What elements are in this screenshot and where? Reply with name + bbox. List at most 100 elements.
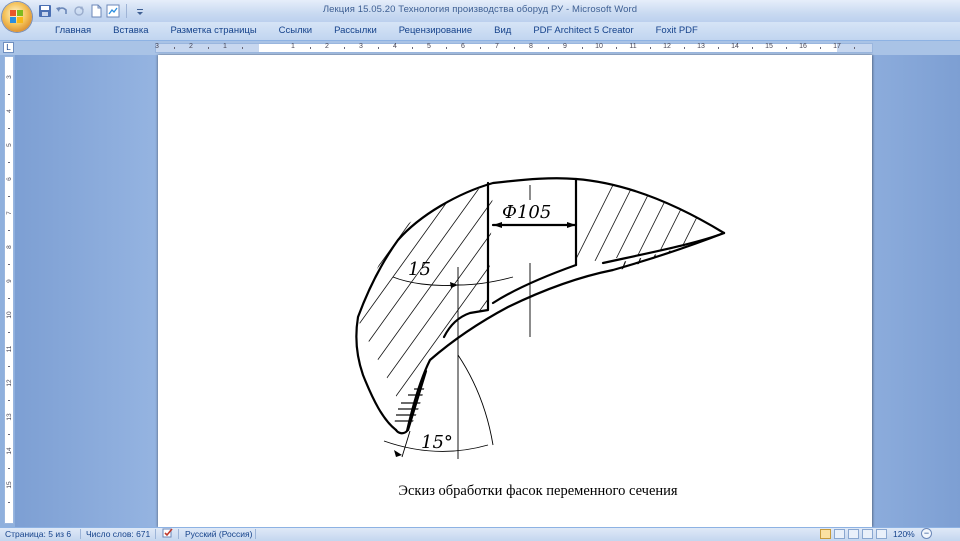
ruler-number: 8	[529, 43, 533, 50]
tab-selector-button[interactable]: L	[3, 42, 14, 53]
tab-foxit-pdf[interactable]: Foxit PDF	[645, 24, 709, 38]
zoom-out-icon[interactable]: −	[921, 528, 932, 539]
ruler-number: 16	[799, 43, 807, 50]
ruler-number: 15	[6, 481, 13, 489]
ruler-tick	[446, 47, 447, 49]
ruler-tick	[174, 47, 175, 49]
ruler-tick	[514, 47, 515, 49]
ruler-number: 13	[6, 413, 13, 421]
ruler-number: 12	[663, 43, 671, 50]
ruler-tick	[718, 47, 719, 49]
document-page[interactable]: Ф105 15 15° Эскиз обработки фасок переме…	[158, 55, 872, 527]
ruler-number: 1	[291, 43, 295, 50]
ruler-tick	[344, 47, 345, 49]
ruler-number: 15	[765, 43, 773, 50]
ruler-tick	[752, 47, 753, 49]
ruler-tick	[650, 47, 651, 49]
title-bar: Лекция 15.05.20 Технология производства …	[0, 0, 960, 32]
tab-review[interactable]: Рецензирование	[388, 24, 483, 38]
status-divider	[155, 529, 156, 539]
ruler-tick	[8, 162, 10, 163]
print-layout-view-button[interactable]	[820, 529, 831, 539]
tab-view[interactable]: Вид	[483, 24, 522, 38]
ruler-number: 10	[595, 43, 603, 50]
office-logo-icon	[10, 10, 23, 23]
ruler-number: 3	[155, 43, 159, 50]
horizontal-ruler[interactable]: 3 2 1 1 2 3 4 5 6 7 8 9 10 11 12 13 14 15 16 17	[155, 43, 873, 53]
ruler-tick	[208, 47, 209, 49]
ruler-number: 1	[223, 43, 227, 50]
ruler-number: 8	[6, 245, 13, 249]
ruler-number: 3	[359, 43, 363, 50]
ruler-tick	[854, 47, 855, 49]
ruler-tick	[378, 47, 379, 49]
ruler-tick	[8, 434, 10, 435]
ruler-tick	[480, 47, 481, 49]
ruler-number: 6	[461, 43, 465, 50]
ruler-number: 13	[697, 43, 705, 50]
ruler-number: 6	[6, 177, 13, 181]
tab-home[interactable]: Главная	[44, 24, 102, 38]
ruler-tick	[786, 47, 787, 49]
status-language[interactable]: Русский (Россия)	[185, 529, 252, 539]
web-layout-view-button[interactable]	[848, 529, 859, 539]
sketch-dimension-diameter: Ф105	[502, 202, 551, 223]
ruler-number: 10	[6, 311, 13, 319]
ruler-number: 2	[325, 43, 329, 50]
ruler-number: 9	[563, 43, 567, 50]
tab-pdf-architect[interactable]: PDF Architect 5 Creator	[522, 24, 644, 38]
ruler-tick	[616, 47, 617, 49]
tab-insert[interactable]: Вставка	[102, 24, 159, 38]
ruler-number: 2	[189, 43, 193, 50]
ruler-tick	[8, 468, 10, 469]
ribbon-tabs-bar: Главная Вставка Разметка страницы Ссылки…	[0, 22, 960, 41]
tab-mailings[interactable]: Рассылки	[323, 24, 388, 38]
status-divider	[178, 529, 179, 539]
ruler-tick	[8, 230, 10, 231]
status-bar: Страница: 5 из 6 Число слов: 671 Русский…	[0, 527, 960, 541]
ruler-number: 5	[6, 143, 13, 147]
sketch-dimension-width: 15	[408, 259, 431, 280]
ruler-tick	[684, 47, 685, 49]
sketch-dimension-angle: 15°	[421, 432, 453, 453]
ruler-number: 11	[629, 43, 637, 50]
spelling-check-icon[interactable]	[162, 528, 174, 541]
outline-view-button[interactable]	[862, 529, 873, 539]
ruler-tick	[582, 47, 583, 49]
draft-view-button[interactable]	[876, 529, 887, 539]
ruler-tick	[820, 47, 821, 49]
figure-caption: Эскиз обработки фасок переменного сечени…	[398, 483, 678, 499]
tab-references[interactable]: Ссылки	[268, 24, 323, 38]
ruler-number: 9	[6, 279, 13, 283]
ruler-number: 14	[6, 447, 13, 455]
status-page-count[interactable]: Страница: 5 из 6	[5, 529, 71, 539]
ruler-number: 4	[393, 43, 397, 50]
ruler-tick	[242, 47, 243, 49]
status-word-count[interactable]: Число слов: 671	[86, 529, 150, 539]
ruler-tick	[310, 47, 311, 49]
document-area[interactable]: Ф105 15 15° Эскиз обработки фасок переме…	[15, 55, 960, 527]
ruler-tick	[8, 264, 10, 265]
vertical-ruler[interactable]: 3 4 5 6 7 8 9 10 11 12 13 14 15	[4, 56, 14, 524]
ruler-number: 14	[731, 43, 739, 50]
tab-page-layout[interactable]: Разметка страницы	[159, 24, 267, 38]
office-button[interactable]	[2, 2, 32, 32]
ruler-row: L 3 2 1 1 2 3 4 5 6 7 8 9 10 11 12 13 14 15 16 17	[0, 41, 960, 55]
status-divider	[255, 529, 256, 539]
ruler-number: 4	[6, 109, 13, 113]
ruler-tick	[548, 47, 549, 49]
ruler-number: 12	[6, 379, 13, 387]
ruler-tick	[8, 400, 10, 401]
full-screen-reading-view-button[interactable]	[834, 529, 845, 539]
ruler-tick	[8, 502, 10, 503]
ruler-number: 3	[6, 75, 13, 79]
ruler-tick	[8, 128, 10, 129]
ruler-tick	[412, 47, 413, 49]
window-title: Лекция 15.05.20 Технология производства …	[322, 4, 638, 15]
zoom-level[interactable]: 120%	[893, 529, 915, 539]
ruler-number: 7	[6, 211, 13, 215]
ruler-number: 11	[6, 345, 13, 353]
ribbon-tabs: Главная Вставка Разметка страницы Ссылки…	[44, 24, 709, 38]
status-divider	[80, 529, 81, 539]
ruler-number: 17	[833, 43, 841, 50]
